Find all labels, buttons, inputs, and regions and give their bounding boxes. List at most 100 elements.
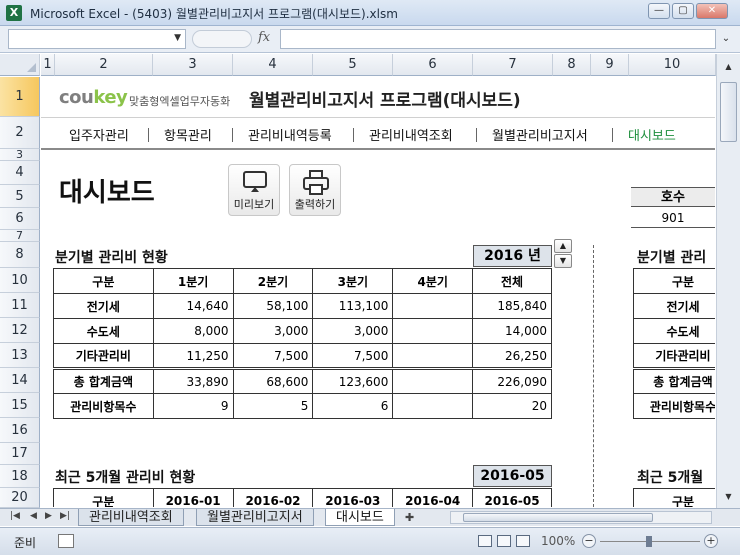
nav-item-fee-registration[interactable]: 관리비내역등록 xyxy=(248,125,332,144)
row-label: 관리비항목수 xyxy=(633,393,715,419)
table-cell[interactable]: 9 xyxy=(152,393,234,419)
scroll-down-icon[interactable]: ▼ xyxy=(721,490,736,504)
year-down-button[interactable]: ▼ xyxy=(554,254,572,268)
formula-input[interactable] xyxy=(280,29,716,49)
row-header[interactable]: 13 xyxy=(0,343,40,368)
vertical-scrollbar[interactable]: ▲ ▼ xyxy=(716,54,740,508)
nav-item-tenant-management[interactable]: 입주자관리 xyxy=(69,125,129,144)
row-header[interactable]: 15 xyxy=(0,393,40,418)
close-button[interactable]: ✕ xyxy=(696,3,728,19)
row-header[interactable]: 2 xyxy=(0,117,40,149)
first-sheet-icon[interactable]: |◀ xyxy=(10,511,20,521)
table-cell[interactable]: 58,100 xyxy=(232,293,314,319)
table-cell[interactable]: 14,000 xyxy=(472,318,552,344)
page-break-view-icon[interactable] xyxy=(516,535,530,547)
nav-item-item-management[interactable]: 항목관리 xyxy=(164,125,212,144)
zoom-out-icon[interactable]: − xyxy=(582,534,596,548)
row-header[interactable]: 14 xyxy=(0,368,40,393)
month-selector[interactable]: 2016-05 xyxy=(473,465,552,487)
table-cell[interactable] xyxy=(392,393,474,419)
row-header[interactable]: 11 xyxy=(0,293,40,318)
unit-value[interactable]: 901 xyxy=(631,208,715,228)
column-header[interactable]: 10 xyxy=(629,54,716,76)
scroll-up-icon[interactable]: ▲ xyxy=(721,60,736,74)
row-header[interactable]: 20 xyxy=(0,488,40,508)
column-header[interactable]: 4 xyxy=(233,54,313,76)
restore-button[interactable]: ▢ xyxy=(672,3,694,19)
horizontal-scrollbar[interactable] xyxy=(450,511,712,524)
table-cell[interactable] xyxy=(392,367,474,394)
preview-button[interactable]: 미리보기 xyxy=(228,164,280,216)
horizontal-scroll-thumb[interactable] xyxy=(463,513,653,522)
right-quarterly-table: 구분 전기세 수도세 기타관리비 총 합계금액 관리비항목수 xyxy=(633,268,715,419)
row-header[interactable]: 4 xyxy=(0,161,40,185)
row-header[interactable]: 10 xyxy=(0,268,40,293)
row-header[interactable]: 16 xyxy=(0,418,40,443)
worksheet-area[interactable]: coukey 맞춤형엑셀업무자동화 월별관리비고지서 프로그램(대시보드) 입주… xyxy=(41,77,715,507)
zoom-slider-thumb[interactable] xyxy=(646,536,652,547)
table-cell[interactable]: 3,000 xyxy=(232,318,314,344)
column-header[interactable]: 1 xyxy=(41,54,55,76)
year-selector[interactable]: 2016 년 xyxy=(473,245,552,267)
column-header[interactable]: 3 xyxy=(153,54,233,76)
table-cell[interactable]: 26,250 xyxy=(472,343,552,369)
minimize-button[interactable]: — xyxy=(648,3,670,19)
row-header[interactable]: 8 xyxy=(0,242,40,268)
table-cell[interactable] xyxy=(392,343,474,369)
print-button[interactable]: 출력하기 xyxy=(289,164,341,216)
table-cell[interactable]: 20 xyxy=(472,393,552,419)
sheet-tab-monthly-bill[interactable]: 월별관리비고지서 xyxy=(196,509,314,526)
sheet-tab-fee-inquiry[interactable]: 관리비내역조회 xyxy=(78,509,184,526)
row-header[interactable]: 17 xyxy=(0,443,40,465)
table-cell[interactable] xyxy=(392,293,474,319)
next-sheet-icon[interactable]: ▶ xyxy=(45,511,52,521)
row-header[interactable]: 18 xyxy=(0,465,40,488)
column-header[interactable]: 8 xyxy=(553,54,591,76)
column-header[interactable]: 5 xyxy=(313,54,393,76)
year-up-button[interactable]: ▲ xyxy=(554,239,572,253)
row-header[interactable]: 1 xyxy=(0,77,40,117)
table-cell[interactable]: 68,600 xyxy=(232,367,314,394)
normal-view-icon[interactable] xyxy=(478,535,492,547)
name-box[interactable]: ▼ xyxy=(8,29,186,49)
prev-sheet-icon[interactable]: ◀ xyxy=(30,511,37,521)
zoom-level[interactable]: 100% xyxy=(541,534,575,548)
last-sheet-icon[interactable]: ▶| xyxy=(60,511,70,521)
scroll-thumb[interactable] xyxy=(720,82,737,142)
nav-item-dashboard[interactable]: 대시보드 xyxy=(628,125,676,144)
table-cell[interactable]: 226,090 xyxy=(472,367,552,394)
table-cell[interactable]: 185,840 xyxy=(472,293,552,319)
table-cell[interactable]: 5 xyxy=(232,393,314,419)
table-cell[interactable]: 8,000 xyxy=(152,318,234,344)
table-cell[interactable]: 11,250 xyxy=(152,343,234,369)
row-header[interactable]: 5 xyxy=(0,185,40,208)
table-cell[interactable]: 7,500 xyxy=(232,343,314,369)
column-header[interactable]: 6 xyxy=(393,54,473,76)
table-cell[interactable]: 113,100 xyxy=(312,293,394,319)
page-layout-view-icon[interactable] xyxy=(497,535,511,547)
nav-item-fee-inquiry[interactable]: 관리비내역조회 xyxy=(369,125,453,144)
chevron-down-icon[interactable]: ▼ xyxy=(174,33,181,43)
insert-function-button[interactable]: fx xyxy=(258,30,270,45)
table-cell[interactable] xyxy=(392,318,474,344)
nav-item-monthly-bill[interactable]: 월별관리비고지서 xyxy=(492,125,588,144)
select-all-corner[interactable] xyxy=(0,54,40,76)
zoom-in-icon[interactable]: + xyxy=(704,534,718,548)
table-cell[interactable]: 14,640 xyxy=(152,293,234,319)
sheet-tab-dashboard[interactable]: 대시보드 xyxy=(325,509,395,526)
row-header[interactable]: 6 xyxy=(0,208,40,230)
table-cell[interactable]: 7,500 xyxy=(312,343,394,369)
row-header[interactable]: 3 xyxy=(0,148,40,161)
table-cell[interactable]: 6 xyxy=(312,393,394,419)
column-header[interactable]: 2 xyxy=(55,54,153,76)
insert-sheet-icon[interactable]: ✚ xyxy=(405,511,414,524)
column-header[interactable]: 9 xyxy=(591,54,629,76)
row-header[interactable]: 7 xyxy=(0,229,40,242)
row-header[interactable]: 12 xyxy=(0,318,40,343)
macro-record-icon[interactable] xyxy=(58,534,74,548)
table-cell[interactable]: 123,600 xyxy=(312,367,394,394)
table-cell[interactable]: 33,890 xyxy=(152,367,234,394)
column-header[interactable]: 7 xyxy=(473,54,553,76)
table-cell[interactable]: 3,000 xyxy=(312,318,394,344)
expand-formula-bar-icon[interactable]: ⌄ xyxy=(718,29,734,49)
